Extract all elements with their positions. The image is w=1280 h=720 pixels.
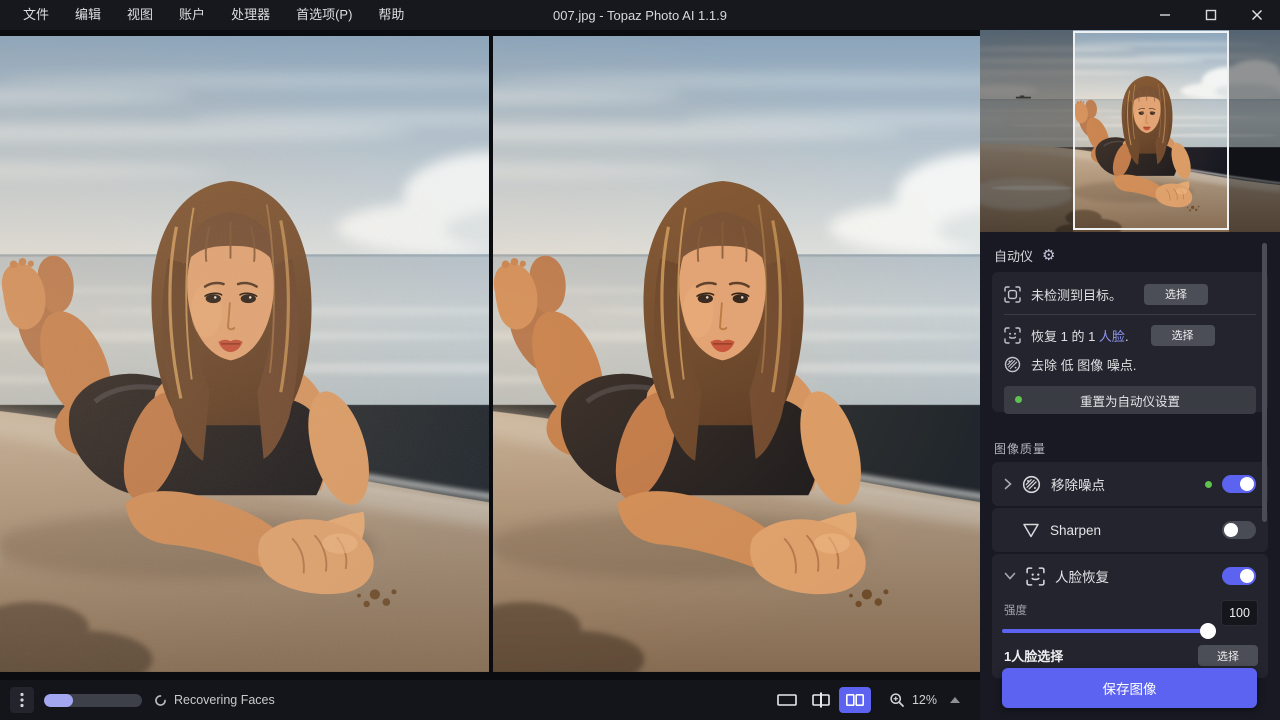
progress-bar xyxy=(44,694,142,707)
face-detected-text: 恢复 1 的 1 人脸. xyxy=(1031,326,1129,345)
noise-icon xyxy=(1004,356,1021,373)
green-status-dot xyxy=(1015,396,1022,403)
split-view-icon xyxy=(811,692,831,708)
autopilot-card: 未检测到目标。 选择 恢复 1 的 1 人脸. 选择 xyxy=(992,272,1268,412)
more-options-button[interactable] xyxy=(10,687,34,713)
autopilot-noise-row: 去除 低 图像 噪点. xyxy=(1004,353,1256,375)
face-recovery-label: 人脸恢复 xyxy=(1055,566,1109,586)
view-split-button[interactable] xyxy=(805,687,837,713)
chevron-down-icon[interactable] xyxy=(1004,572,1016,580)
view-single-button[interactable] xyxy=(771,687,803,713)
strength-slider[interactable] xyxy=(1002,623,1214,639)
chevron-right-icon[interactable] xyxy=(1004,478,1012,490)
zoom-expand-icon[interactable] xyxy=(950,697,960,703)
face-viewfinder-icon xyxy=(1004,327,1021,344)
kebab-icon xyxy=(20,692,24,708)
sharpen-icon xyxy=(1022,522,1040,539)
status-bar: Recovering Faces 12% xyxy=(0,680,980,720)
menu-file[interactable]: 文件 xyxy=(10,0,62,30)
remove-noise-text: 去除 低 图像 噪点. xyxy=(1031,355,1136,374)
navigator-viewport[interactable] xyxy=(1073,31,1229,230)
spinner-icon xyxy=(154,694,167,707)
faces-select-button[interactable]: 选择 xyxy=(1198,645,1258,666)
app-window: 文件 编辑 视图 账户 处理器 首选项(P) 帮助 007.jpg - Topa… xyxy=(0,0,1280,720)
no-target-text: 未检测到目标。 xyxy=(1031,285,1122,304)
window-controls xyxy=(1142,0,1280,30)
close-button[interactable] xyxy=(1234,0,1280,30)
title-bar: 文件 编辑 视图 账户 处理器 首选项(P) 帮助 007.jpg - Topa… xyxy=(0,0,1280,30)
face-viewfinder-icon xyxy=(1026,567,1045,586)
menu-account[interactable]: 账户 xyxy=(166,0,218,30)
autopilot-face-row: 恢复 1 的 1 人脸. 选择 xyxy=(1004,324,1256,346)
face-select-button[interactable]: 选择 xyxy=(1151,325,1215,346)
faces-selected-text: 1人脸选择 xyxy=(1004,646,1063,665)
target-viewfinder-icon xyxy=(1004,286,1021,303)
progress-fill xyxy=(44,694,73,707)
face-recovery-card[interactable]: 人脸恢复 强度 100 1人脸选择 选择 xyxy=(992,554,1268,678)
zoom-value: 12% xyxy=(912,693,937,707)
menu-processor[interactable]: 处理器 xyxy=(218,0,283,30)
menu-bar: 文件 编辑 视图 账户 处理器 首选项(P) 帮助 xyxy=(0,0,417,30)
zoom-in-icon xyxy=(889,692,905,708)
remove-noise-label: 移除噪点 xyxy=(1051,474,1105,494)
slider-fill[interactable] xyxy=(1002,629,1208,633)
image-quality-section-label: 图像质量 xyxy=(994,440,1046,457)
single-view-icon xyxy=(777,693,797,707)
face-selection-row: 1人脸选择 选择 xyxy=(1004,645,1258,666)
face-recovery-toggle[interactable] xyxy=(1222,567,1256,585)
autopilot-active-dot xyxy=(1205,481,1212,488)
sharpen-card[interactable]: Sharpen xyxy=(992,508,1268,552)
remove-noise-card[interactable]: 移除噪点 xyxy=(992,462,1268,506)
maximize-button[interactable] xyxy=(1188,0,1234,30)
navigator-thumbnail xyxy=(980,30,1280,232)
minimize-icon xyxy=(1159,9,1171,21)
strength-value-input[interactable]: 100 xyxy=(1221,600,1258,626)
menu-help[interactable]: 帮助 xyxy=(365,0,417,30)
status-text: Recovering Faces xyxy=(174,693,275,707)
autopilot-title: 自动仪 xyxy=(994,246,1033,265)
autopilot-target-row: 未检测到目标。 选择 xyxy=(1004,283,1256,305)
right-panel: 自动仪 ⚙ 未检测到目标。 选择 xyxy=(980,30,1280,720)
divider xyxy=(1004,314,1256,315)
after-image-pane[interactable] xyxy=(493,36,980,672)
view-side-by-side-button[interactable] xyxy=(839,687,871,713)
navigator-dim-left xyxy=(980,30,1073,232)
target-select-button[interactable]: 选择 xyxy=(1144,284,1208,305)
zoom-control[interactable]: 12% xyxy=(889,692,960,708)
menu-preferences[interactable]: 首选项(P) xyxy=(283,0,365,30)
gear-icon[interactable]: ⚙ xyxy=(1042,248,1055,263)
autopilot-header: 自动仪 ⚙ xyxy=(994,246,1055,265)
navigator-dim-right xyxy=(1229,30,1280,232)
view-mode-group xyxy=(771,687,871,713)
remove-noise-toggle[interactable] xyxy=(1222,475,1256,493)
sharpen-label: Sharpen xyxy=(1050,523,1101,538)
face-count-accent: 人脸 xyxy=(1099,329,1125,344)
sharpen-toggle[interactable] xyxy=(1222,521,1256,539)
close-icon xyxy=(1251,9,1263,21)
save-image-button[interactable]: 保存图像 xyxy=(1002,668,1257,708)
maximize-icon xyxy=(1205,9,1217,21)
minimize-button[interactable] xyxy=(1142,0,1188,30)
image-canvas: Recovering Faces 12% xyxy=(0,30,980,720)
menu-view[interactable]: 视图 xyxy=(114,0,166,30)
menu-edit[interactable]: 编辑 xyxy=(62,0,114,30)
side-by-side-icon xyxy=(846,694,864,706)
before-image-pane[interactable] xyxy=(0,36,489,672)
noise-icon xyxy=(1022,475,1041,494)
strength-label: 强度 xyxy=(1004,602,1027,618)
panel-scrollbar[interactable] xyxy=(1262,243,1267,522)
reset-autopilot-button[interactable]: 重置为自动仪设置 xyxy=(1004,386,1256,414)
